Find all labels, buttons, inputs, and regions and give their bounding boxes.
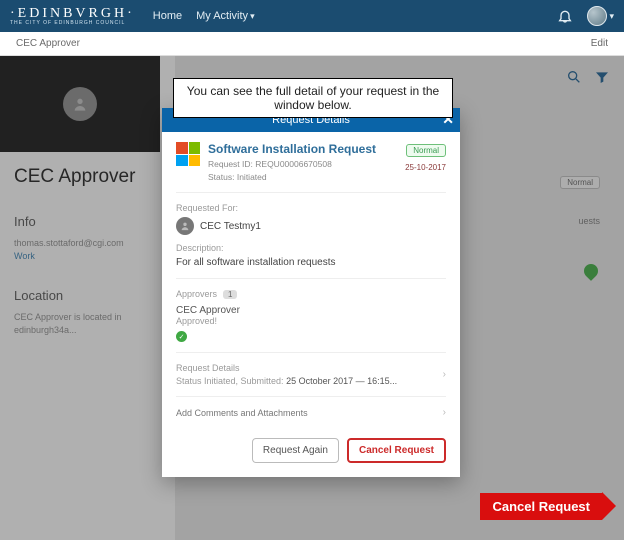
cancel-request-cta[interactable]: Cancel Request (480, 492, 616, 520)
chevron-down-icon: ▾ (250, 11, 255, 21)
requested-for-section: Requested For: CEC Testmy1 Description: … (176, 193, 446, 279)
location-text: CEC Approver is located in edinburgh34a.… (14, 311, 161, 336)
person-icon (63, 87, 97, 121)
cancel-request-button[interactable]: Cancel Request (347, 438, 446, 463)
badge-column: Normal 25-10-2017 (405, 142, 446, 182)
add-comments-label: Add Comments and Attachments (176, 408, 308, 418)
brand-block: ·EDINBVRGH· THE CITY OF EDINBURGH COUNCI… (10, 6, 135, 26)
bg-priority-chip: Normal (560, 176, 600, 189)
left-column: CEC Approver Info thomas.stottaford@cgi.… (0, 56, 175, 540)
request-title-block: Software Installation Request Request ID… (208, 142, 376, 182)
details-prefix: Status Initiated, Submitted: (176, 376, 284, 386)
nav-items: Home My Activity▾ (153, 10, 255, 22)
request-details-modal: Request Details ✕ Software Installation … (162, 108, 460, 477)
email-value: thomas.stottaford@cgi.com (14, 237, 161, 250)
profile-photo (0, 56, 160, 152)
filter-icon[interactable] (594, 69, 610, 85)
details-date: 25 October 2017 — 16:15... (286, 376, 397, 386)
chevron-right-icon: › (443, 407, 446, 418)
person-icon (176, 217, 194, 235)
request-id-label: Request ID: (208, 159, 253, 169)
user-menu[interactable]: ▾ (587, 6, 614, 26)
request-status-line: Status: Initiated (208, 172, 376, 182)
approver-item: CEC Approver Approved! ✓ (176, 305, 446, 342)
bell-icon[interactable] (557, 8, 573, 24)
avatar-icon (587, 6, 607, 26)
approvers-count: 1 (223, 290, 237, 299)
bg-partial-text: uests (578, 216, 600, 226)
location-heading: Location (14, 288, 161, 303)
nav-home[interactable]: Home (153, 10, 182, 22)
request-details-row[interactable]: Request Details Status Initiated, Submit… (176, 353, 446, 397)
status-value: Initiated (237, 172, 267, 182)
request-id-line: Request ID: REQU00006670508 (208, 159, 376, 169)
brand-subtitle: THE CITY OF EDINBURGH COUNCIL (10, 20, 135, 26)
cta-label: Cancel Request (480, 493, 602, 520)
top-nav: ·EDINBVRGH· THE CITY OF EDINBURGH COUNCI… (0, 0, 624, 32)
page-title: CEC Approver (14, 166, 161, 188)
breadcrumb: CEC Approver (16, 38, 80, 49)
approver-name: CEC Approver (176, 305, 446, 316)
email-label: Work (14, 250, 161, 263)
add-comments-row[interactable]: Add Comments and Attachments › (176, 397, 446, 428)
info-heading: Info (14, 214, 161, 229)
requested-for-row: CEC Testmy1 (176, 217, 446, 235)
request-title: Software Installation Request (208, 142, 376, 156)
instruction-callout: You can see the full detail of your requ… (173, 78, 453, 118)
windows-icon (176, 142, 200, 166)
requested-for-name: CEC Testmy1 (200, 221, 261, 232)
request-date: 25-10-2017 (405, 163, 446, 172)
nav-my-activity[interactable]: My Activity▾ (196, 10, 254, 22)
approvers-section: Approvers 1 CEC Approver Approved! ✓ (176, 279, 446, 353)
modal-footer: Request Again Cancel Request (162, 428, 460, 477)
status-label: Status: (208, 172, 234, 182)
description-label: Description: (176, 243, 446, 253)
modal-body: Software Installation Request Request ID… (162, 132, 460, 428)
request-summary: Software Installation Request Request ID… (176, 142, 446, 193)
chevron-right-icon: › (443, 369, 446, 380)
priority-badge: Normal (406, 144, 446, 157)
requested-for-label: Requested For: (176, 203, 446, 213)
nav-my-activity-label: My Activity (196, 10, 248, 22)
approver-status: Approved! (176, 316, 446, 326)
request-details-line: Status Initiated, Submitted: 25 October … (176, 376, 397, 386)
chevron-down-icon: ▾ (609, 11, 614, 22)
edit-link[interactable]: Edit (591, 38, 608, 49)
request-id-value: REQU00006670508 (255, 159, 332, 169)
arrow-right-icon (602, 492, 616, 520)
check-icon: ✓ (176, 331, 187, 342)
request-again-button[interactable]: Request Again (252, 438, 339, 463)
breadcrumb-bar: CEC Approver Edit (0, 32, 624, 56)
description-text: For all software installation requests (176, 257, 446, 268)
approvers-label: Approvers (176, 289, 217, 299)
request-details-label: Request Details (176, 363, 397, 373)
search-icon[interactable] (566, 69, 582, 85)
chat-bubble-icon[interactable] (581, 261, 601, 281)
